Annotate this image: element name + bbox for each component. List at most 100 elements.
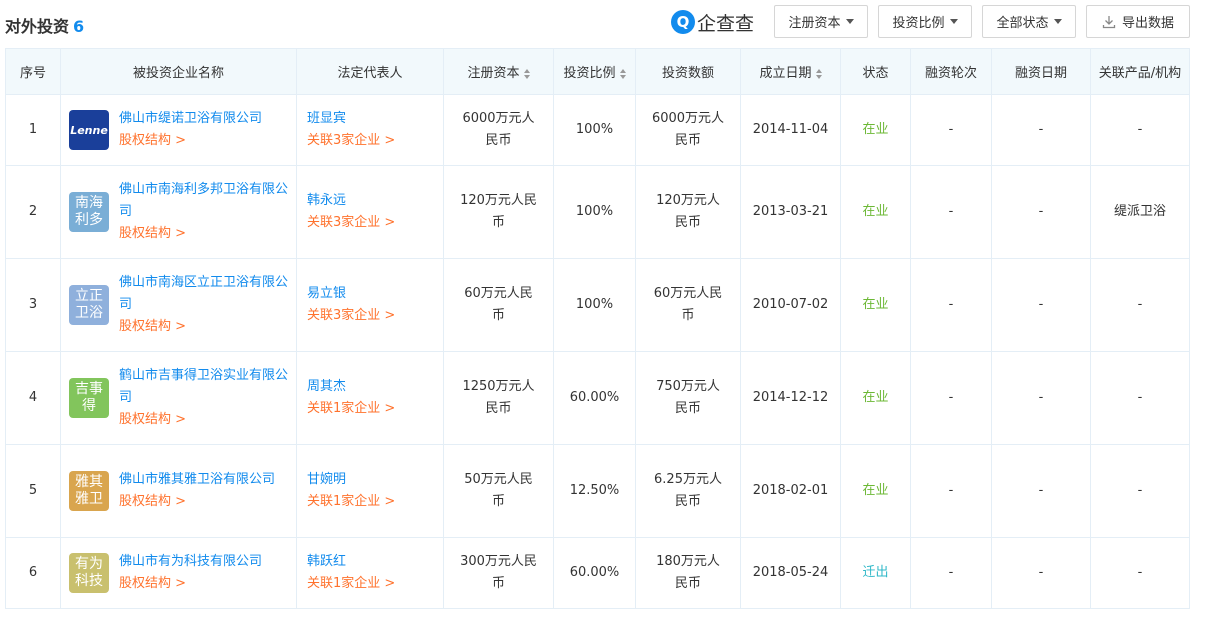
legal-rep-link[interactable]: 韩跃红	[307, 551, 443, 573]
company-logo[interactable]: 雅其 雅卫	[69, 471, 109, 511]
company-cell: 有为 科技 佛山市有为科技有限公司 股权结构 >	[60, 537, 297, 609]
status-filter-dropdown[interactable]: 全部状态	[982, 5, 1076, 38]
sort-icon[interactable]	[523, 68, 530, 79]
legal-rep-link[interactable]: 周其杰	[307, 376, 443, 398]
investment-table: 序号 被投资企业名称 法定代表人 注册资本 投资比例 投资数额 成立日期 状态 …	[5, 48, 1190, 609]
col-label: 成立日期	[759, 66, 812, 81]
investment-amount: 750万元人民币	[635, 351, 741, 445]
caret-down-icon	[949, 19, 958, 24]
table-row: 6 有为 科技 佛山市有为科技有限公司 股权结构 > 韩跃红 关联1家企业 >300万元人民…	[5, 537, 1190, 609]
sort-icon[interactable]	[815, 68, 822, 79]
company-name-link[interactable]: 鹤山市吉事得卫浴实业有限公司	[119, 365, 288, 409]
legal-rep-link[interactable]: 班显宾	[307, 108, 443, 130]
funding-round: -	[910, 537, 992, 609]
export-data-button[interactable]: 导出数据	[1086, 5, 1190, 38]
registered-capital: 120万元人民币	[443, 165, 554, 259]
related-product: -	[1090, 444, 1190, 538]
legal-rep-cell: 韩跃红 关联1家企业 >	[296, 537, 444, 609]
establish-date: 2013-03-21	[740, 165, 841, 259]
download-icon	[1102, 15, 1116, 28]
investment-amount: 6000万元人民币	[635, 94, 741, 166]
related-companies-link[interactable]: 关联3家企业 >	[307, 212, 443, 234]
company-name-link[interactable]: 佛山市雅其雅卫浴有限公司	[119, 469, 275, 491]
equity-structure-link[interactable]: 股权结构 >	[119, 130, 262, 152]
col-status: 状态	[840, 48, 911, 95]
establish-date: 2014-11-04	[740, 94, 841, 166]
qichacha-logo-text: 企查查	[697, 12, 755, 35]
company-cell: 雅其 雅卫 佛山市雅其雅卫浴有限公司 股权结构 >	[60, 444, 297, 538]
status-badge: 在业	[840, 258, 911, 352]
col-label: 投资比例	[563, 66, 616, 81]
equity-structure-link[interactable]: 股权结构 >	[119, 491, 275, 513]
col-registered-capital[interactable]: 注册资本	[443, 48, 554, 95]
section-title: 对外投资 6	[5, 13, 84, 37]
col-investment-ratio[interactable]: 投资比例	[553, 48, 636, 95]
caret-down-icon	[1053, 19, 1062, 24]
related-companies-link[interactable]: 关联1家企业 >	[307, 398, 443, 420]
col-index: 序号	[5, 48, 61, 95]
registered-capital: 50万元人民币	[443, 444, 554, 538]
investment-ratio: 100%	[553, 165, 636, 259]
company-logo[interactable]: 吉事得	[69, 378, 109, 418]
legal-rep-cell: 易立银 关联3家企业 >	[296, 258, 444, 352]
company-logo[interactable]: 南海 利多	[69, 192, 109, 232]
caret-down-icon	[845, 19, 854, 24]
col-funding-round: 融资轮次	[910, 48, 992, 95]
related-companies-link[interactable]: 关联1家企业 >	[307, 573, 443, 595]
related-companies-link[interactable]: 关联3家企业 >	[307, 305, 443, 327]
establish-date: 2010-07-02	[740, 258, 841, 352]
funding-round: -	[910, 258, 992, 352]
status-badge: 在业	[840, 165, 911, 259]
status-badge: 在业	[840, 94, 911, 166]
export-label: 导出数据	[1121, 16, 1174, 31]
qichacha-logo-icon: Q	[671, 10, 695, 34]
legal-rep-cell: 周其杰 关联1家企业 >	[296, 351, 444, 445]
investment-ratio: 100%	[553, 258, 636, 352]
company-name-link[interactable]: 佛山市有为科技有限公司	[119, 551, 262, 573]
legal-rep-link[interactable]: 易立银	[307, 283, 443, 305]
col-company-name: 被投资企业名称	[60, 48, 297, 95]
funding-date: -	[991, 165, 1091, 259]
row-index: 5	[5, 444, 61, 538]
table-row: 4 吉事得鹤山市吉事得卫浴实业有限公司 股权结构 > 周其杰 关联1家企业 >1250万…	[5, 351, 1190, 445]
row-index: 1	[5, 94, 61, 166]
equity-structure-link[interactable]: 股权结构 >	[119, 573, 262, 595]
investment-ratio: 60.00%	[553, 537, 636, 609]
investment-ratio: 12.50%	[553, 444, 636, 538]
company-logo[interactable]: 有为 科技	[69, 553, 109, 593]
title-text: 对外投资	[5, 17, 70, 36]
col-funding-date: 融资日期	[991, 48, 1091, 95]
sort-icon[interactable]	[619, 68, 626, 79]
registered-capital: 6000万元人民币	[443, 94, 554, 166]
related-product: -	[1090, 258, 1190, 352]
legal-rep-link[interactable]: 甘婉明	[307, 469, 443, 491]
investment-amount: 6.25万元人民币	[635, 444, 741, 538]
investment-amount: 120万元人民币	[635, 165, 741, 259]
equity-structure-link[interactable]: 股权结构 >	[119, 409, 288, 431]
funding-round: -	[910, 94, 992, 166]
equity-structure-link[interactable]: 股权结构 >	[119, 316, 288, 338]
registered-capital-dropdown[interactable]: 注册资本	[774, 5, 868, 38]
related-product[interactable]: 缇派卫浴	[1090, 165, 1190, 259]
company-logo[interactable]: Lenne	[69, 110, 109, 150]
company-cell: Lenne 佛山市缇诺卫浴有限公司 股权结构 >	[60, 94, 297, 166]
col-legal-rep: 法定代表人	[296, 48, 444, 95]
company-name-link[interactable]: 佛山市南海利多邦卫浴有限公司	[119, 179, 288, 223]
legal-rep-link[interactable]: 韩永远	[307, 190, 443, 212]
investment-ratio-dropdown[interactable]: 投资比例	[878, 5, 972, 38]
company-name-link[interactable]: 佛山市缇诺卫浴有限公司	[119, 108, 262, 130]
related-companies-link[interactable]: 关联1家企业 >	[307, 491, 443, 513]
registered-capital: 300万元人民币	[443, 537, 554, 609]
funding-round: -	[910, 165, 992, 259]
funding-date: -	[991, 351, 1091, 445]
row-index: 6	[5, 537, 61, 609]
equity-structure-link[interactable]: 股权结构 >	[119, 223, 288, 245]
company-logo[interactable]: 立正 卫浴	[69, 285, 109, 325]
legal-rep-cell: 甘婉明 关联1家企业 >	[296, 444, 444, 538]
status-badge: 在业	[840, 351, 911, 445]
col-establish-date[interactable]: 成立日期	[740, 48, 841, 95]
table-row: 3 立正 卫浴 佛山市南海区立正卫浴有限公司 股权结构 > 易立银 关联3家企业 >60万元…	[5, 258, 1190, 352]
registered-capital: 60万元人民币	[443, 258, 554, 352]
company-name-link[interactable]: 佛山市南海区立正卫浴有限公司	[119, 272, 288, 316]
related-companies-link[interactable]: 关联3家企业 >	[307, 130, 443, 152]
